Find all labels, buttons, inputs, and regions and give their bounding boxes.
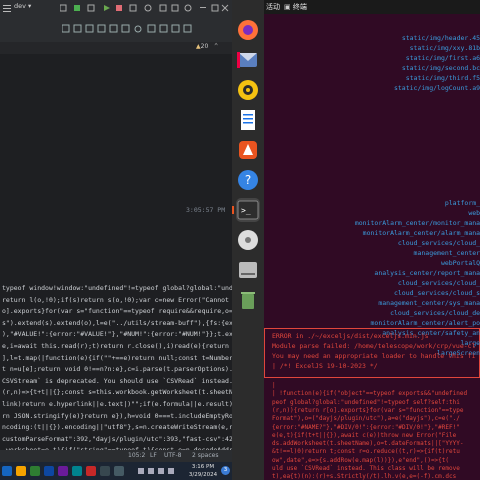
activities-button[interactable]: 活动 <box>266 2 280 12</box>
trash-icon[interactable] <box>236 288 260 312</box>
branch-selector[interactable]: dev ▾ <box>14 2 31 10</box>
terminal-output-line: static/img/first.a6d <box>405 54 480 62</box>
app-center-icon[interactable] <box>236 138 260 162</box>
terminal-error-line: | !function(e){if("object"==typeof expor… <box>272 390 468 398</box>
chevron-down-icon: ▾ <box>25 2 32 10</box>
terminal-output-line: cloud_services/cloud_des <box>390 309 480 317</box>
clock-date: 3/29/2024 <box>188 472 218 478</box>
terminal-output-line: cloud_services/cloud_se <box>393 289 480 297</box>
log-line: ncoding:(t||{}).encoding||"utf8"},s=n.cr… <box>2 423 232 432</box>
windows-taskbar: 3:16 PM 3/29/2024 3 <box>0 462 232 480</box>
toolbar-action-icons <box>61 23 232 35</box>
log-toolstrip: ▲20 ⌃ <box>0 42 232 54</box>
notification-badge[interactable]: 3 <box>221 466 230 475</box>
log-line: typeof window!window:"undefined"!=typeof… <box>2 284 232 292</box>
terminal-error-line: | /*! ExcelJS 19-10-2023 */ <box>272 362 378 370</box>
terminal-output-line: monitorAlarm_center/alert_pol <box>370 319 480 327</box>
log-line: customParseFormat":392,"dayjs/plugin/utc… <box>2 434 232 443</box>
help-icon[interactable]: ? <box>236 168 260 192</box>
thunderbird-icon[interactable] <box>236 48 260 72</box>
files-icon[interactable] <box>236 78 260 102</box>
terminal-output-line: monitorAlarm_center/alarm_manag <box>362 229 480 237</box>
terminal-error-line: ds.addWorksheet(t.sheetName),o=t.dateFor… <box>272 440 464 448</box>
log-line: ],l=t.map(|function(e){if(""+==e)return … <box>2 353 232 362</box>
disk-icon[interactable] <box>236 258 260 282</box>
terminal-error-line: (r,n)){return r[o].exports}for(var s="fu… <box>272 406 464 414</box>
terminal-output-line: management_center/ <box>413 249 480 257</box>
ide-titlebar: dev ▾ <box>0 0 232 17</box>
terminal-error-line: &t!==l)0)return t;const r=o.reduce((t,r)… <box>272 448 460 456</box>
log-line: s").extend(s).extend(o),l=e("../utils/st… <box>2 318 232 327</box>
terminal-error-line: e(e,t){if(t+t||{}),await c(e))throw new … <box>272 431 457 439</box>
ide-menu-icon[interactable] <box>3 4 11 12</box>
terminal-error-line: Module parse failed: /home/telescope/wor… <box>272 342 476 350</box>
terminal-icon[interactable]: >_ <box>236 198 260 222</box>
terminal-error-line: | <box>272 382 276 389</box>
branch-label: dev <box>14 2 26 10</box>
terminal-app-menu[interactable]: ▣ 终端 <box>284 2 307 12</box>
warnings-count: 20 <box>200 43 209 50</box>
svg-text:>_: >_ <box>241 206 251 215</box>
running-indicator <box>232 206 234 214</box>
system-clock[interactable]: 3:16 PM 3/29/2024 <box>188 463 218 479</box>
terminal-error-line: Format"),o=("dayjs/plugin/utc"),a=e("day… <box>272 415 460 423</box>
log-line: (r,n)=>{t+t||{};const s=this.workbook.ge… <box>2 388 232 397</box>
terminal-error-line: t),ea{t)(n):(r)+s.Strictly(/t).lh.v(e,e=… <box>272 473 457 480</box>
log-line: return l(o,!0);if(s)return s(o,!0);var c… <box>2 295 232 304</box>
line-ending[interactable]: LF <box>150 452 157 459</box>
gnome-topbar: 活动 ▣ 终端 <box>264 0 480 14</box>
start-icon <box>2 466 12 476</box>
terminal-error-line: ow",date",e=>{s.addRow(e.map(l))}),e"end… <box>272 456 450 464</box>
terminal-output-line: static/img/third.f5f <box>405 74 480 82</box>
terminal-output-line: cloud_services/cloud_b <box>397 279 480 287</box>
terminal-output-line: management_center/sys_manag <box>378 299 480 307</box>
log-line: CSVStream` is deprecated. You should use… <box>2 376 232 385</box>
terminal-error-line: peof global?global:"undefined"!=typeof s… <box>272 398 460 406</box>
writer-icon[interactable] <box>236 108 260 132</box>
terminal-error-line: You may need an appropriate loader to ha… <box>272 352 476 360</box>
log-line: rn JSON.stringify(e)}return e}),h=void 0… <box>2 411 232 420</box>
disc-icon[interactable] <box>236 228 260 252</box>
ide-window: dev ▾ ▲20 ⌃ 3:05:57 PM typeof window!win… <box>0 0 232 480</box>
terminal-output-line: static/img/logCount.a98 <box>393 84 480 92</box>
chevron-up-icon[interactable]: ⌃ <box>214 42 218 50</box>
indent-setting[interactable]: 2 spaces <box>192 452 218 459</box>
clock-time: 3:16 PM <box>191 464 215 470</box>
terminal-window[interactable]: static/img/header.45d static/img/xxy.81bb… <box>264 14 480 480</box>
ide-statusbar: 105:2 LF UTF-8 2 spaces <box>0 450 232 462</box>
terminal-output-line: static/img/second.bc7 <box>401 64 480 72</box>
terminal-output-line: static/img/header.45d <box>401 34 480 42</box>
terminal-app-label: 终端 <box>292 3 307 11</box>
warnings-indicator[interactable]: ▲20 <box>196 43 208 50</box>
terminal-error-line: ERROR in ./~/exceljs/dist/exceljs.min.js <box>272 332 429 340</box>
file-encoding[interactable]: UTF-8 <box>164 452 182 459</box>
terminal-output-line: analysis_center/report_manag <box>374 269 480 277</box>
run-log-panel: 3:05:57 PM typeof window!window:"undefin… <box>0 54 232 478</box>
terminal-output-line: cloud_services/cloud_s <box>397 239 480 247</box>
terminal-output-line: webPortalQu <box>440 259 480 267</box>
toolbar-icons <box>59 3 230 13</box>
log-line: link)return e.hyperlink||e.text|)"";if(e… <box>2 400 232 408</box>
terminal-output-line: monitorAlarm_center/monitor_manag <box>354 219 480 227</box>
log-timestamp: 3:05:57 PM <box>186 206 226 214</box>
terminal-small-icon: ▣ <box>284 3 291 11</box>
log-line: e,i=await this.read(r);t)return r.close(… <box>2 342 229 350</box>
cursor-position[interactable]: 105:2 <box>128 452 145 459</box>
terminal-output-line: webP <box>468 209 480 217</box>
terminal-output-line: platform_c <box>444 199 480 207</box>
terminal-error-line: uld use `CSVRead` instead. This class wi… <box>272 465 460 472</box>
firefox-icon[interactable] <box>236 18 260 42</box>
log-line: ),"#VALUE!":{error:"#VALUE!"},"#NUM!":{e… <box>2 330 232 339</box>
terminal-error-line: {error:"#NAME?"},"#DIV/0!":{error:"#DIV/… <box>272 423 460 431</box>
run-toolbar <box>0 16 232 43</box>
log-line: t n=u[e];return void 0!==n?n:e},c=i.pars… <box>2 365 232 374</box>
ubuntu-dock: ? >_ <box>232 0 264 480</box>
taskbar-apps-icon <box>16 466 124 476</box>
log-line: o].exports}for(var s="function"==typeof … <box>2 307 232 316</box>
svg-text:?: ? <box>245 173 251 187</box>
terminal-output-line: static/img/xxy.81bb <box>409 44 480 52</box>
tray-icons <box>138 468 174 474</box>
